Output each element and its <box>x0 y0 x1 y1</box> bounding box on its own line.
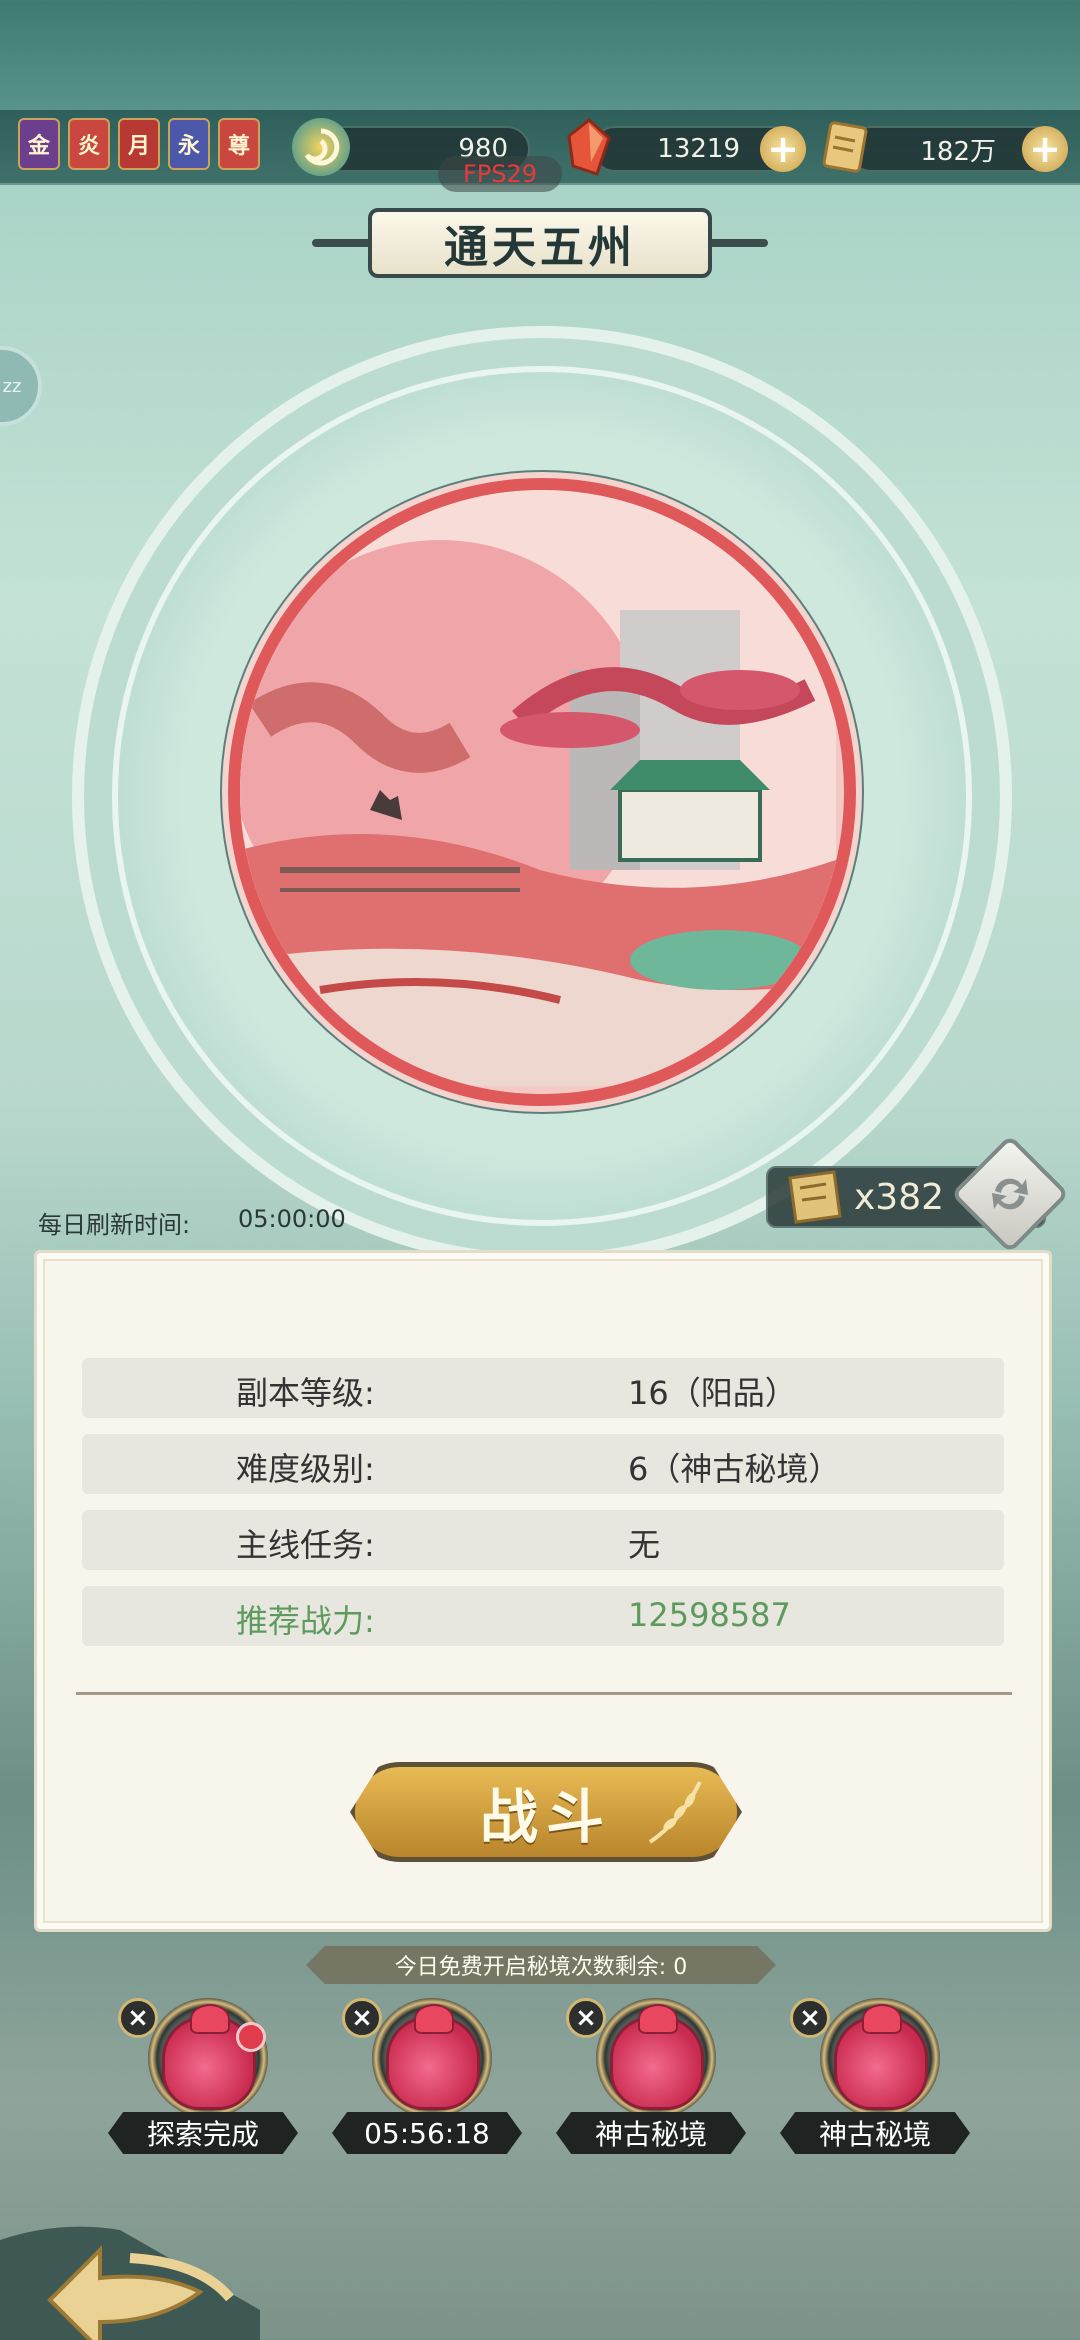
ticket-count: x382 <box>854 1176 945 1218</box>
page-title: 通天五州 <box>368 208 712 278</box>
eternal-badge[interactable]: 永 <box>168 118 210 170</box>
secret-bag-slot-1[interactable]: × 探索完成 <box>108 1998 298 2154</box>
back-button[interactable] <box>0 2180 300 2340</box>
bag-timer-label: 05:56:18 <box>332 2112 522 2154</box>
flame-badge[interactable]: 炎 <box>68 118 110 170</box>
close-icon[interactable]: × <box>118 1998 158 2038</box>
recommended-power-value: 12598587 <box>628 1596 791 1634</box>
info-row-main-quest <box>82 1510 1004 1570</box>
main-quest-value: 无 <box>628 1526 661 1564</box>
back-arrow-icon <box>0 2226 260 2340</box>
bag-type-label: 神古秘境 <box>556 2112 746 2154</box>
info-row-level <box>82 1358 1004 1418</box>
fps-counter: FPS29 <box>438 156 562 192</box>
main-quest-label: 主线任务: <box>236 1526 375 1564</box>
close-icon[interactable]: × <box>342 1998 382 2038</box>
recommended-power-label: 推荐战力: <box>236 1602 375 1640</box>
honor-badge[interactable]: 尊 <box>218 118 260 170</box>
refresh-button[interactable] <box>950 1134 1070 1254</box>
refresh-time-label: 每日刷新时间: <box>38 1211 191 1239</box>
level-value: 16（阳品） <box>628 1374 797 1412</box>
bag-knot <box>638 2004 678 2034</box>
secret-bag-slot-3[interactable]: × 神古秘境 <box>556 1998 746 2154</box>
moon-badge[interactable]: 月 <box>118 118 160 170</box>
level-label: 副本等级: <box>236 1374 375 1412</box>
difficulty-label: 难度级别: <box>236 1450 375 1488</box>
wheat-ornament-icon <box>640 1772 720 1852</box>
add-scroll-button[interactable]: + <box>1022 126 1068 172</box>
side-tab-button[interactable]: zz <box>0 346 42 426</box>
secret-bag-slot-2[interactable]: × 05:56:18 <box>332 1998 522 2154</box>
secret-bag-slot-4[interactable]: × 神古秘境 <box>780 1998 970 2154</box>
free-opens-remaining: 今日免费开启秘境次数剩余: 0 <box>306 1946 776 1984</box>
bag-knot <box>862 2004 902 2034</box>
bag-type-label: 神古秘境 <box>780 2112 970 2154</box>
scene-portal[interactable] <box>220 470 864 1114</box>
gold-badge[interactable]: 金 <box>18 118 60 170</box>
info-row-power <box>82 1586 1004 1646</box>
bag-knot <box>190 2004 230 2034</box>
close-icon[interactable]: × <box>790 1998 830 2038</box>
refresh-icon <box>992 1178 1028 1210</box>
scroll-coin-icon <box>816 118 874 176</box>
red-crystal-icon <box>560 118 618 176</box>
difficulty-value: 6（神古秘境） <box>628 1450 841 1488</box>
add-crystal-button[interactable]: + <box>760 126 806 172</box>
notification-dot <box>236 2022 266 2052</box>
swirl-orb-icon <box>292 118 350 176</box>
map-scroll-icon <box>780 1160 850 1230</box>
bag-status-label: 探索完成 <box>108 2112 298 2154</box>
scene-painting <box>228 478 856 1106</box>
card-divider <box>76 1692 1012 1695</box>
info-row-difficulty <box>82 1434 1004 1494</box>
close-icon[interactable]: × <box>566 1998 606 2038</box>
bag-knot <box>414 2004 454 2034</box>
refresh-time-value: 05:00:00 <box>238 1205 346 1233</box>
